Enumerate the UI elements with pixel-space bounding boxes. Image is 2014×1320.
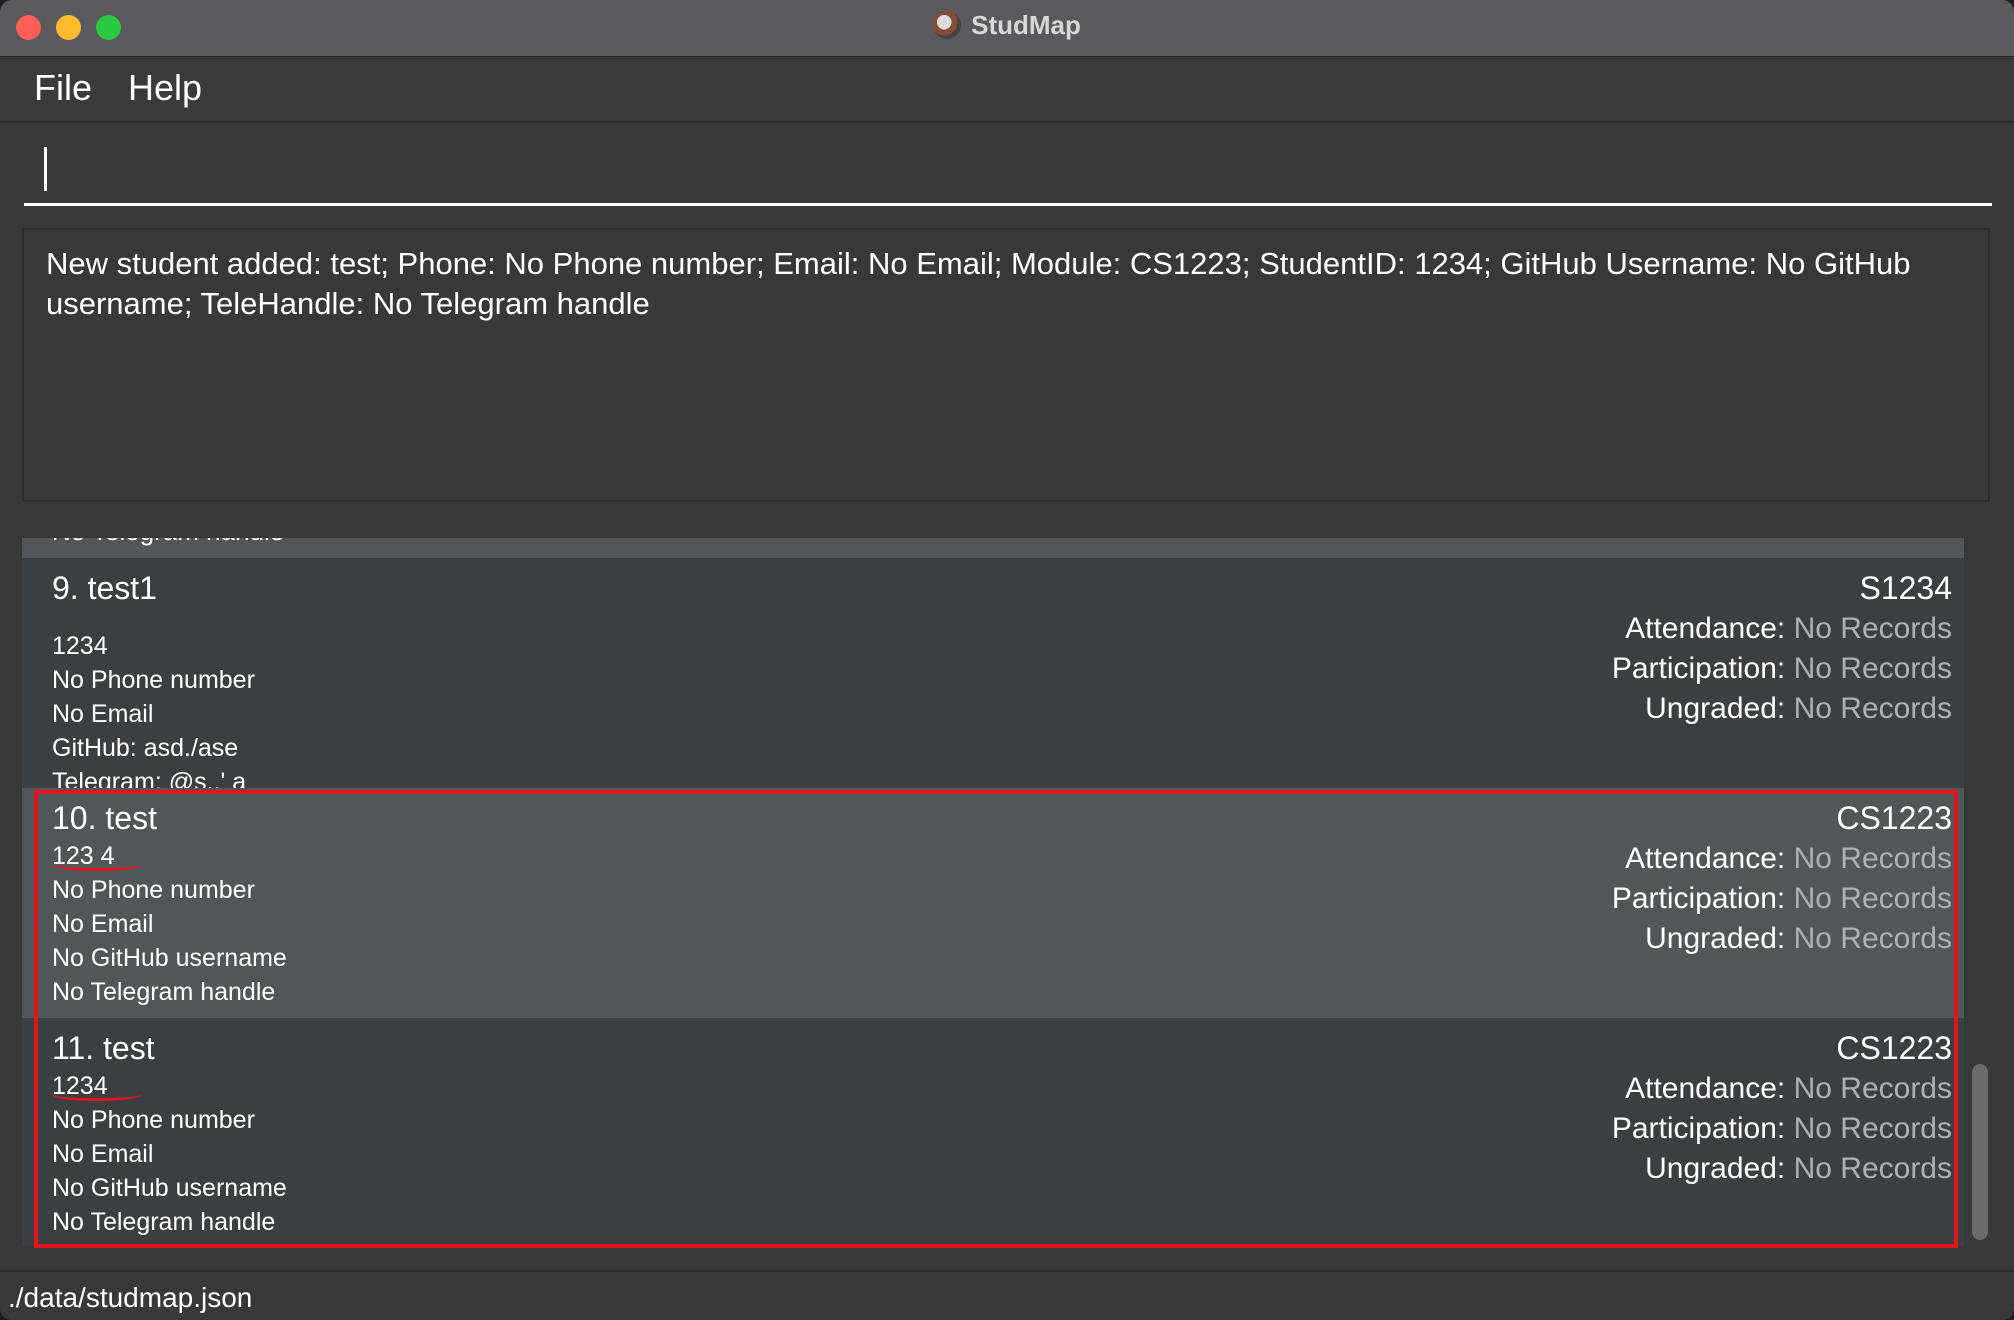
window-title: StudMap <box>0 10 2014 41</box>
menu-file[interactable]: File <box>34 67 92 109</box>
list-item[interactable]: 9. test1 1234 No Phone number No Email G… <box>22 558 1964 796</box>
ungraded-row: Ungraded: No Records <box>1645 692 1952 726</box>
result-message: New student added: test; Phone: No Phone… <box>46 246 1911 321</box>
attendance-row: Attendance: No Records <box>1625 612 1952 646</box>
participation-label: Participation: <box>1611 652 1786 685</box>
student-id: 1234 <box>52 632 108 660</box>
data-file-path: ./data/studmap.json <box>8 1282 253 1313</box>
student-module: S1234 <box>1859 570 1952 606</box>
title-bar[interactable]: StudMap <box>0 0 2014 57</box>
list-scrollbar[interactable] <box>1972 1064 1988 1240</box>
text-caret <box>44 147 47 191</box>
list-item-partial[interactable]: No Telegram handle <box>22 538 1964 558</box>
annotation-highlight-box <box>34 790 1958 1248</box>
student-name: 9. test1 <box>52 570 157 606</box>
app-window: StudMap File Help New student added: tes… <box>0 0 2014 1320</box>
student-email: No Email <box>52 700 154 728</box>
menu-bar: File Help <box>0 57 2014 123</box>
student-telegram: No Telegram handle <box>52 538 284 547</box>
ungraded-label: Ungraded: <box>1645 692 1786 725</box>
participation-row: Participation: No Records <box>1612 652 1952 686</box>
app-logo-icon <box>933 11 962 39</box>
menu-help[interactable]: Help <box>128 67 202 109</box>
status-bar: ./data/studmap.json <box>0 1270 2014 1320</box>
student-github: GitHub: asd./ase <box>52 734 239 762</box>
ungraded-value: No Records <box>1793 692 1952 725</box>
attendance-label: Attendance: <box>1625 612 1786 645</box>
command-input[interactable] <box>24 137 1992 206</box>
student-phone: No Phone number <box>52 666 255 694</box>
command-box <box>0 123 2014 223</box>
attendance-value: No Records <box>1793 612 1952 645</box>
result-display[interactable]: New student added: test; Phone: No Phone… <box>22 228 1990 502</box>
window-title-text: StudMap <box>971 10 1081 40</box>
participation-value: No Records <box>1793 652 1952 685</box>
